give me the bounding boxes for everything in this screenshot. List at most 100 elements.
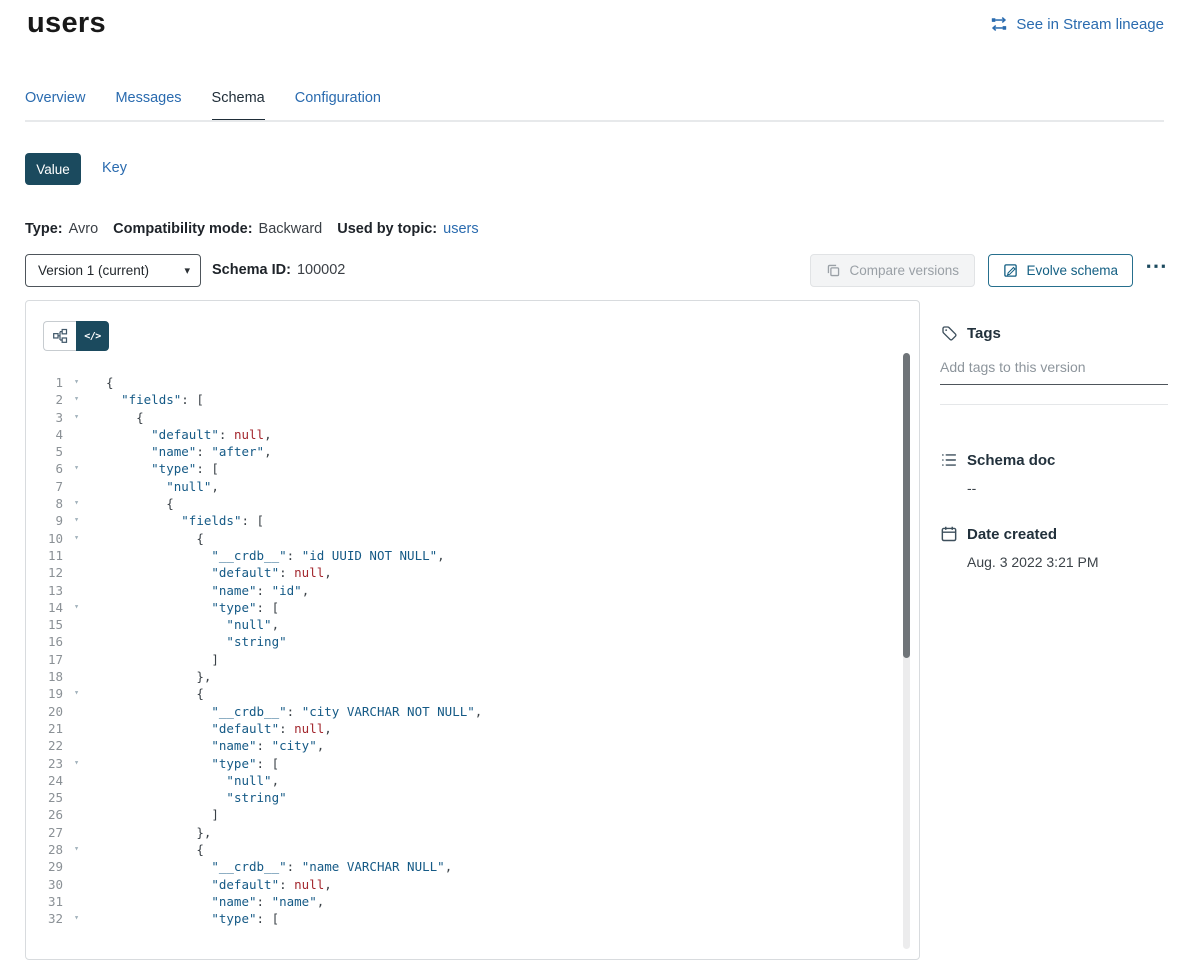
line-number: 24 bbox=[26, 772, 63, 789]
date-created-value: Aug. 3 2022 3:21 PM bbox=[940, 554, 1168, 570]
line-number: 30 bbox=[26, 876, 63, 893]
tab-bar: Overview Messages Schema Configuration bbox=[25, 90, 381, 122]
collapse-spacer bbox=[63, 824, 106, 841]
compare-versions-button[interactable]: Compare versions bbox=[810, 254, 975, 287]
collapse-toggle-icon[interactable]: ▾ bbox=[63, 599, 106, 616]
schema-id: Schema ID: 100002 bbox=[212, 262, 345, 278]
line-number: 15 bbox=[26, 616, 63, 633]
code-line: 32▾ "type": [ bbox=[26, 910, 919, 927]
collapse-toggle-icon[interactable]: ▾ bbox=[63, 685, 106, 702]
collapse-spacer bbox=[63, 789, 106, 806]
collapse-spacer bbox=[63, 720, 106, 737]
collapse-spacer bbox=[63, 582, 106, 599]
sidebar-divider bbox=[940, 404, 1168, 405]
code-text: "fields": [ bbox=[106, 512, 264, 529]
chevron-down-icon: ▾ bbox=[184, 264, 190, 277]
code-text: ] bbox=[106, 806, 219, 823]
version-select[interactable]: Version 1 (current) ▾ bbox=[25, 254, 201, 287]
code-text: "string" bbox=[106, 633, 287, 650]
collapse-toggle-icon[interactable]: ▾ bbox=[63, 755, 106, 772]
line-number: 26 bbox=[26, 806, 63, 823]
schema-doc-icon bbox=[940, 451, 958, 469]
collapse-spacer bbox=[63, 858, 106, 875]
value-toggle-button[interactable]: Value bbox=[25, 153, 81, 185]
line-number: 29 bbox=[26, 858, 63, 875]
code-text: { bbox=[106, 530, 204, 547]
line-number: 9 bbox=[26, 512, 63, 529]
tags-input[interactable] bbox=[940, 359, 1168, 385]
tab-overview[interactable]: Overview bbox=[25, 90, 85, 122]
collapse-toggle-icon[interactable]: ▾ bbox=[63, 512, 106, 529]
collapse-spacer bbox=[63, 478, 106, 495]
code-line: 18 }, bbox=[26, 668, 919, 685]
line-number: 5 bbox=[26, 443, 63, 460]
compatibility-value: Backward bbox=[259, 221, 323, 237]
collapse-toggle-icon[interactable]: ▾ bbox=[63, 495, 106, 512]
code-line: 4 "default": null, bbox=[26, 426, 919, 443]
code-text: }, bbox=[106, 668, 211, 685]
version-select-value: Version 1 (current) bbox=[38, 263, 149, 278]
code-line: 25 "string" bbox=[26, 789, 919, 806]
tab-schema[interactable]: Schema bbox=[212, 90, 265, 122]
line-number: 2 bbox=[26, 391, 63, 408]
collapse-spacer bbox=[63, 616, 106, 633]
schema-editor-panel: </> 1▾{2▾ "fields": [3▾ {4 "default": nu… bbox=[25, 300, 920, 960]
code-line: 2▾ "fields": [ bbox=[26, 391, 919, 408]
line-number: 28 bbox=[26, 841, 63, 858]
line-number: 17 bbox=[26, 651, 63, 668]
collapse-toggle-icon[interactable]: ▾ bbox=[63, 374, 106, 391]
code-text: "name": "id", bbox=[106, 582, 309, 599]
code-text: ] bbox=[106, 651, 219, 668]
collapse-toggle-icon[interactable]: ▾ bbox=[63, 530, 106, 547]
tags-section-header: Tags bbox=[940, 324, 1168, 342]
collapse-spacer bbox=[63, 633, 106, 650]
code-line: 21 "default": null, bbox=[26, 720, 919, 737]
code-line: 5 "name": "after", bbox=[26, 443, 919, 460]
line-number: 14 bbox=[26, 599, 63, 616]
collapse-toggle-icon[interactable]: ▾ bbox=[63, 910, 106, 927]
meta-topic: Used by topic: users bbox=[337, 221, 478, 237]
code-text: "string" bbox=[106, 789, 287, 806]
code-text: "default": null, bbox=[106, 564, 332, 581]
tab-configuration[interactable]: Configuration bbox=[295, 90, 381, 122]
schema-page: users See in Stream lineage Overview Mes… bbox=[0, 0, 1189, 916]
tree-view-button[interactable] bbox=[43, 321, 76, 351]
code-scrollbar-track[interactable] bbox=[903, 353, 910, 949]
code-text: "name": "after", bbox=[106, 443, 272, 460]
code-line: 20 "__crdb__": "city VARCHAR NOT NULL", bbox=[26, 703, 919, 720]
code-view-button[interactable]: </> bbox=[76, 321, 109, 351]
date-created-title: Date created bbox=[967, 526, 1057, 543]
code-text: "name": "city", bbox=[106, 737, 324, 754]
collapse-toggle-icon[interactable]: ▾ bbox=[63, 391, 106, 408]
type-label: Type: bbox=[25, 221, 63, 237]
schema-code: 1▾{2▾ "fields": [3▾ {4 "default": null,5… bbox=[26, 374, 919, 928]
code-line: 30 "default": null, bbox=[26, 876, 919, 893]
tab-messages[interactable]: Messages bbox=[115, 90, 181, 122]
code-scrollbar-thumb[interactable] bbox=[903, 353, 910, 658]
calendar-icon bbox=[940, 525, 958, 543]
code-line: 10▾ { bbox=[26, 530, 919, 547]
collapse-toggle-icon[interactable]: ▾ bbox=[63, 460, 106, 477]
collapse-toggle-icon[interactable]: ▾ bbox=[63, 841, 106, 858]
schema-doc-section-header: Schema doc bbox=[940, 451, 1168, 469]
meta-compatibility: Compatibility mode: Backward bbox=[113, 221, 322, 237]
code-text: "null", bbox=[106, 772, 279, 789]
editor-view-toggle: </> bbox=[43, 321, 109, 351]
collapse-spacer bbox=[63, 668, 106, 685]
key-toggle-button[interactable]: Key bbox=[102, 160, 127, 176]
code-line: 11 "__crdb__": "id UUID NOT NULL", bbox=[26, 547, 919, 564]
collapse-spacer bbox=[63, 564, 106, 581]
more-actions-button[interactable]: ⋯ bbox=[1145, 253, 1167, 279]
schema-doc-title: Schema doc bbox=[967, 452, 1055, 469]
code-line: 19▾ { bbox=[26, 685, 919, 702]
stream-lineage-link[interactable]: See in Stream lineage bbox=[990, 15, 1164, 33]
topic-label: Used by topic: bbox=[337, 221, 437, 237]
evolve-schema-label: Evolve schema bbox=[1026, 263, 1118, 278]
topic-link[interactable]: users bbox=[443, 221, 478, 237]
line-number: 31 bbox=[26, 893, 63, 910]
tree-view-icon bbox=[52, 328, 68, 344]
evolve-schema-button[interactable]: Evolve schema bbox=[988, 254, 1133, 287]
edit-schema-icon bbox=[1003, 263, 1018, 278]
code-view-icon: </> bbox=[84, 331, 101, 342]
collapse-toggle-icon[interactable]: ▾ bbox=[63, 409, 106, 426]
